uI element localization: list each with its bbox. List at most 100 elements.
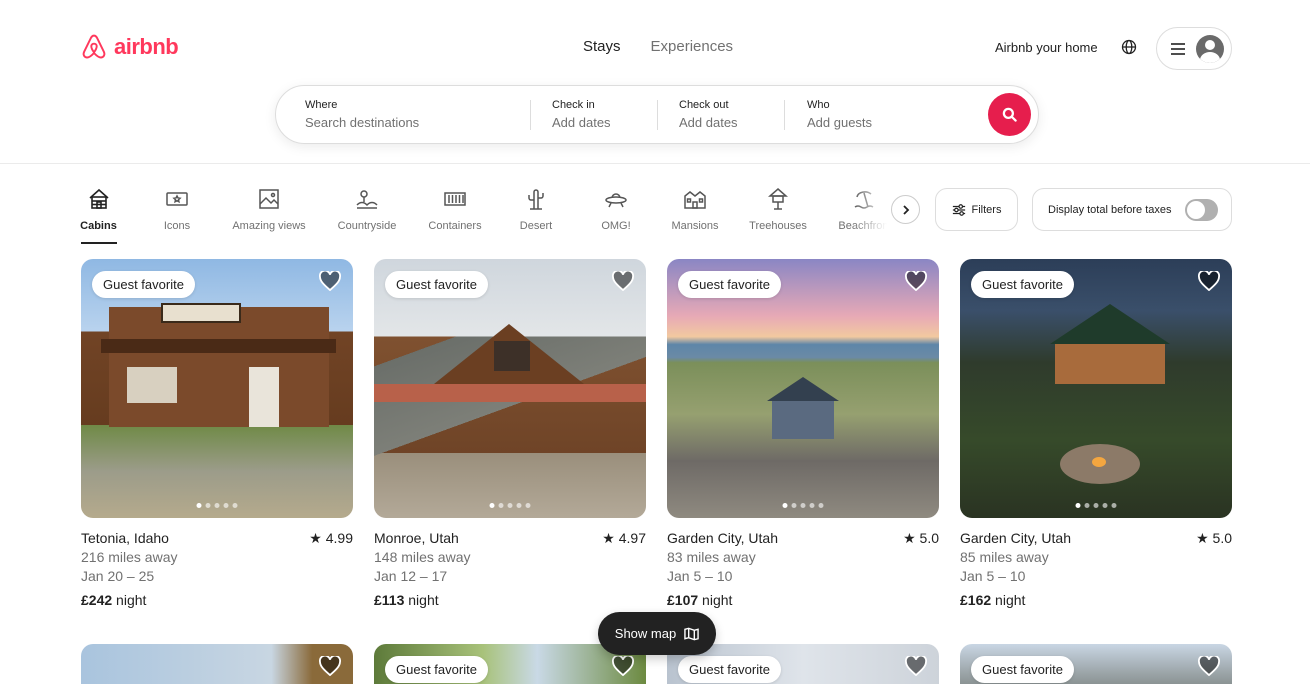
search-button[interactable]: [988, 93, 1031, 136]
rating-value: 4.99: [325, 530, 353, 546]
carousel-dots: [1075, 503, 1117, 508]
where-field[interactable]: Where Search destinations: [305, 99, 419, 130]
heart-icon[interactable]: [612, 654, 634, 681]
price-amount: £242: [81, 592, 113, 608]
listing-image[interactable]: Guest favorite: [667, 259, 939, 518]
listing-info: Garden City, Utah ★ 5.0 85 miles away Ja…: [960, 529, 1232, 610]
checkin-field[interactable]: Check in Add dates: [552, 99, 611, 130]
divider: [657, 100, 658, 130]
heart-icon[interactable]: [319, 269, 341, 296]
listing-card[interactable]: [81, 644, 353, 684]
category-label: Treehouses: [749, 220, 807, 232]
who-field[interactable]: Who Add guests: [807, 99, 872, 130]
tax-label: Display total before taxes: [1048, 203, 1172, 216]
countryside-icon: [355, 186, 379, 212]
category-containers[interactable]: Containers: [427, 186, 483, 232]
listing-dates: Jan 20 – 25: [81, 568, 155, 584]
logo-text: airbnb: [114, 34, 179, 59]
category-amazing-views[interactable]: Amazing views: [231, 186, 307, 232]
category-label: Countryside: [337, 220, 397, 232]
guest-favorite-badge: Guest favorite: [971, 656, 1074, 683]
listing-location: Garden City, Utah: [667, 530, 779, 546]
airbnb-logo[interactable]: airbnb: [80, 32, 179, 62]
show-map-button[interactable]: Show map: [598, 612, 716, 655]
tab-stays[interactable]: Stays: [583, 38, 621, 55]
category-countryside[interactable]: Countryside: [336, 186, 398, 232]
listing-card[interactable]: Guest favorite Monroe, Utah ★ 4.97 148 m…: [374, 259, 646, 610]
category-cabins[interactable]: Cabins: [80, 186, 117, 232]
tax-toggle[interactable]: [1185, 199, 1218, 221]
category-omg[interactable]: OMG!: [599, 186, 633, 232]
active-category-underline: [81, 242, 117, 244]
container-icon: [443, 186, 467, 212]
heart-icon[interactable]: [1198, 654, 1220, 681]
listing-image[interactable]: Guest favorite: [374, 259, 646, 518]
price-unit: night: [408, 592, 439, 608]
listing-card[interactable]: Guest favorite Garden City, Utah ★ 5.0 8…: [960, 259, 1232, 610]
filters-button[interactable]: Filters: [935, 188, 1018, 231]
heart-icon[interactable]: [905, 269, 927, 296]
guest-favorite-badge: Guest favorite: [385, 656, 488, 683]
map-icon: [684, 627, 699, 640]
globe-icon[interactable]: [1121, 39, 1137, 60]
category-treehouses[interactable]: Treehouses: [748, 186, 808, 232]
listing-info: Garden City, Utah ★ 5.0 83 miles away Ja…: [667, 529, 939, 610]
price-unit: night: [702, 592, 733, 608]
filters-label: Filters: [971, 203, 1002, 216]
header: airbnb Stays Experiences Airbnb your hom…: [0, 0, 1310, 164]
listing-price: £107 night: [667, 591, 939, 610]
rating-value: 5.0: [919, 530, 939, 546]
cactus-icon: [524, 186, 548, 212]
carousel-dots: [489, 503, 531, 508]
listing-card[interactable]: Guest favorite Tetonia, Idaho ★ 4.99 216…: [81, 259, 353, 610]
where-label: Where: [305, 99, 338, 111]
who-value: Add guests: [807, 115, 873, 130]
rating-value: 4.97: [618, 530, 646, 546]
heart-icon[interactable]: [319, 654, 341, 681]
heart-icon[interactable]: [905, 654, 927, 681]
listing-card[interactable]: Guest favorite: [960, 644, 1232, 684]
show-map-label: Show map: [614, 626, 677, 641]
carousel-dots: [782, 503, 824, 508]
nav-tabs: Stays Experiences: [583, 38, 733, 55]
carousel-dots: [196, 503, 238, 508]
where-input[interactable]: Search destinations: [305, 115, 419, 130]
listing-rating: ★ 5.0: [1196, 530, 1232, 546]
listing-dates: Jan 5 – 10: [667, 568, 733, 584]
airbnb-logo-icon: [82, 34, 106, 59]
profile-menu-button[interactable]: [1156, 27, 1232, 70]
chevron-right-icon: [902, 204, 909, 215]
category-bar: Cabins Icons Amazing views Countryside C…: [80, 186, 900, 246]
listing-info: Monroe, Utah ★ 4.97 148 miles away Jan 1…: [374, 529, 646, 610]
listing-dates: Jan 12 – 17: [374, 568, 448, 584]
listing-distance: 216 miles away: [81, 549, 178, 565]
search-icon: [1002, 107, 1017, 122]
listing-image[interactable]: Guest favorite: [81, 259, 353, 518]
mansion-icon: [683, 186, 707, 212]
listing-price: £113 night: [374, 591, 646, 610]
listing-image[interactable]: Guest favorite: [960, 259, 1232, 518]
heart-icon[interactable]: [1198, 269, 1220, 296]
listing-card[interactable]: Guest favorite Garden City, Utah ★ 5.0 8…: [667, 259, 939, 610]
display-total-toggle-container: Display total before taxes: [1032, 188, 1232, 231]
category-label: OMG!: [601, 220, 631, 232]
listing-location: Garden City, Utah: [960, 530, 1072, 546]
tab-experiences[interactable]: Experiences: [651, 38, 734, 55]
category-label: Icons: [163, 220, 191, 232]
listing-distance: 85 miles away: [960, 549, 1049, 565]
listing-rating: ★ 4.97: [602, 530, 646, 546]
ticket-icon: [165, 186, 189, 212]
guest-favorite-badge: Guest favorite: [971, 271, 1074, 298]
listing-distance: 83 miles away: [667, 549, 756, 565]
category-icons[interactable]: Icons: [160, 186, 194, 232]
category-next-button[interactable]: [891, 195, 920, 224]
checkout-field[interactable]: Check out Add dates: [679, 99, 738, 130]
treehouse-icon: [766, 186, 790, 212]
price-unit: night: [995, 592, 1026, 608]
avatar: [1196, 34, 1224, 63]
checkin-value: Add dates: [552, 115, 611, 130]
category-mansions[interactable]: Mansions: [670, 186, 720, 232]
airbnb-your-home-link[interactable]: Airbnb your home: [995, 40, 1098, 55]
heart-icon[interactable]: [612, 269, 634, 296]
category-desert[interactable]: Desert: [517, 186, 555, 232]
